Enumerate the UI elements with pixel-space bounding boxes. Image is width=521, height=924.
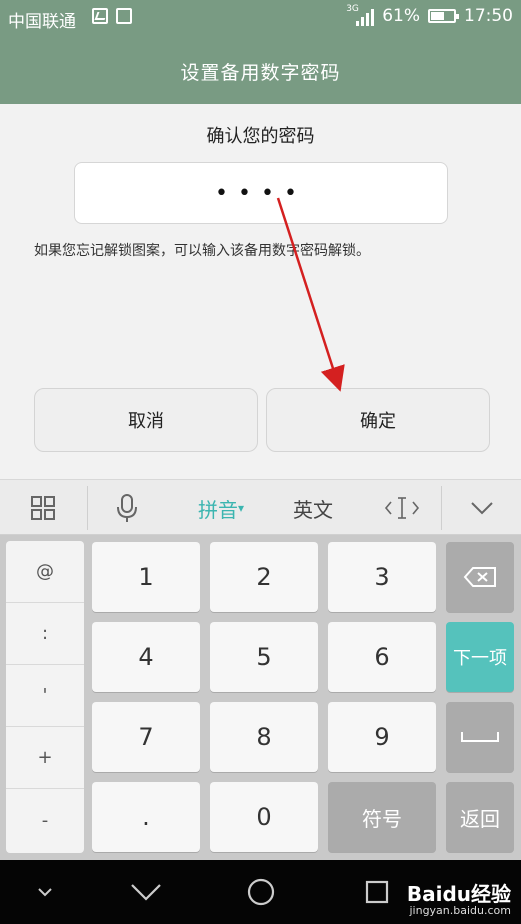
nav-collapse-chevron-icon[interactable] bbox=[20, 860, 70, 924]
keyboard-toolbar: 拼音 ▾ 英文 bbox=[0, 479, 521, 535]
side-key-plus[interactable]: + bbox=[6, 727, 84, 789]
baidu-watermark: Baidu经验 bbox=[406, 882, 511, 906]
key-5[interactable]: 5 bbox=[210, 622, 318, 692]
hide-keyboard-chevron-icon[interactable] bbox=[442, 480, 521, 536]
key-7[interactable]: 7 bbox=[92, 702, 200, 772]
key-6[interactable]: 6 bbox=[328, 622, 436, 692]
key-0[interactable]: 0 bbox=[210, 782, 318, 852]
space-icon bbox=[461, 732, 499, 742]
key-8[interactable]: 8 bbox=[210, 702, 318, 772]
watermark-url: jingyan.baidu.com bbox=[409, 904, 511, 917]
key-4[interactable]: 4 bbox=[92, 622, 200, 692]
key-9[interactable]: 9 bbox=[328, 702, 436, 772]
key-3[interactable]: 3 bbox=[328, 542, 436, 612]
side-key-colon[interactable]: : bbox=[6, 603, 84, 665]
backspace-button[interactable] bbox=[446, 542, 514, 612]
side-key-at[interactable]: @ bbox=[6, 541, 84, 603]
symbols-button[interactable]: 符号 bbox=[328, 782, 436, 852]
side-key-minus[interactable]: - bbox=[6, 789, 84, 851]
pinyin-label: 拼音 bbox=[197, 497, 238, 522]
key-1[interactable]: 1 bbox=[92, 542, 200, 612]
home-circle-icon[interactable] bbox=[233, 860, 289, 924]
english-mode-tab[interactable]: 英文 bbox=[278, 480, 348, 536]
cursor-move-icon[interactable] bbox=[372, 480, 432, 536]
microphone-icon[interactable] bbox=[88, 480, 166, 536]
grid-menu-icon[interactable] bbox=[0, 480, 86, 536]
next-button[interactable]: 下一项 bbox=[446, 622, 514, 692]
space-button[interactable] bbox=[446, 702, 514, 772]
english-label: 英文 bbox=[293, 497, 333, 522]
key-2[interactable]: 2 bbox=[210, 542, 318, 612]
back-triangle-icon[interactable] bbox=[118, 860, 174, 924]
back-button[interactable]: 返回 bbox=[446, 782, 514, 852]
system-nav-bar: Baidu经验 jingyan.baidu.com bbox=[0, 860, 521, 924]
side-key-apostrophe[interactable]: ' bbox=[6, 665, 84, 727]
symbol-side-column[interactable]: @ : ' + - bbox=[6, 541, 84, 853]
pinyin-mode-tab[interactable]: 拼音 ▾ bbox=[186, 480, 256, 536]
backspace-icon bbox=[463, 567, 496, 587]
numeric-keyboard: @ : ' + - 1 2 3 4 5 6 下一项 7 8 9 . 0 符号 返… bbox=[0, 535, 521, 860]
key-dot[interactable]: . bbox=[92, 782, 200, 852]
recents-square-icon[interactable] bbox=[355, 860, 399, 924]
